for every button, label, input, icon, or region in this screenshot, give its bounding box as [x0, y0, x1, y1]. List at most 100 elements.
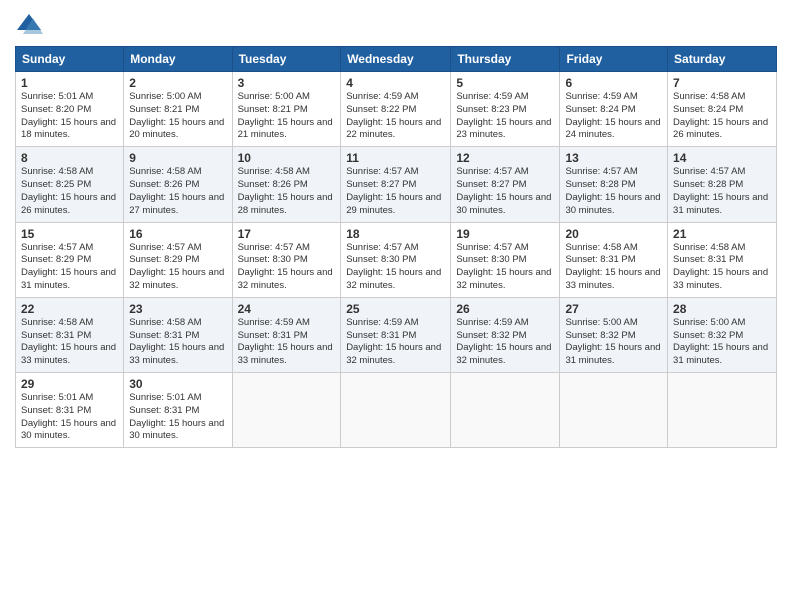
day-info: Sunrise: 4:58 AMSunset: 8:26 PMDaylight:…: [129, 166, 226, 217]
logo-icon: [15, 10, 43, 38]
day-number: 11: [346, 151, 445, 165]
day-info: Sunrise: 4:59 AMSunset: 8:23 PMDaylight:…: [456, 91, 554, 142]
day-cell: [668, 373, 777, 448]
day-number: 7: [673, 76, 771, 90]
day-number: 13: [565, 151, 662, 165]
day-number: 25: [346, 302, 445, 316]
weekday-header-tuesday: Tuesday: [232, 47, 341, 72]
day-info: Sunrise: 4:59 AMSunset: 8:32 PMDaylight:…: [456, 317, 554, 368]
day-cell: 30 Sunrise: 5:01 AMSunset: 8:31 PMDaylig…: [124, 373, 232, 448]
week-row-4: 22 Sunrise: 4:58 AMSunset: 8:31 PMDaylig…: [16, 297, 777, 372]
day-cell: 24 Sunrise: 4:59 AMSunset: 8:31 PMDaylig…: [232, 297, 341, 372]
day-number: 8: [21, 151, 118, 165]
day-cell: 29 Sunrise: 5:01 AMSunset: 8:31 PMDaylig…: [16, 373, 124, 448]
day-info: Sunrise: 4:58 AMSunset: 8:31 PMDaylight:…: [129, 317, 226, 368]
day-info: Sunrise: 4:57 AMSunset: 8:29 PMDaylight:…: [21, 242, 118, 293]
day-info: Sunrise: 4:58 AMSunset: 8:24 PMDaylight:…: [673, 91, 771, 142]
day-cell: [560, 373, 668, 448]
day-number: 18: [346, 227, 445, 241]
day-cell: 9 Sunrise: 4:58 AMSunset: 8:26 PMDayligh…: [124, 147, 232, 222]
day-number: 17: [238, 227, 336, 241]
day-info: Sunrise: 4:57 AMSunset: 8:28 PMDaylight:…: [565, 166, 662, 217]
day-cell: 20 Sunrise: 4:58 AMSunset: 8:31 PMDaylig…: [560, 222, 668, 297]
weekday-header-thursday: Thursday: [451, 47, 560, 72]
day-number: 21: [673, 227, 771, 241]
day-cell: 28 Sunrise: 5:00 AMSunset: 8:32 PMDaylig…: [668, 297, 777, 372]
day-cell: 16 Sunrise: 4:57 AMSunset: 8:29 PMDaylig…: [124, 222, 232, 297]
day-cell: 18 Sunrise: 4:57 AMSunset: 8:30 PMDaylig…: [341, 222, 451, 297]
day-info: Sunrise: 4:58 AMSunset: 8:31 PMDaylight:…: [21, 317, 118, 368]
week-row-3: 15 Sunrise: 4:57 AMSunset: 8:29 PMDaylig…: [16, 222, 777, 297]
day-cell: [232, 373, 341, 448]
day-cell: 14 Sunrise: 4:57 AMSunset: 8:28 PMDaylig…: [668, 147, 777, 222]
day-cell: 1 Sunrise: 5:01 AMSunset: 8:20 PMDayligh…: [16, 72, 124, 147]
day-cell: 11 Sunrise: 4:57 AMSunset: 8:27 PMDaylig…: [341, 147, 451, 222]
day-info: Sunrise: 4:59 AMSunset: 8:22 PMDaylight:…: [346, 91, 445, 142]
day-number: 12: [456, 151, 554, 165]
weekday-header-sunday: Sunday: [16, 47, 124, 72]
day-cell: [451, 373, 560, 448]
day-number: 4: [346, 76, 445, 90]
weekday-header-monday: Monday: [124, 47, 232, 72]
day-number: 27: [565, 302, 662, 316]
day-info: Sunrise: 4:57 AMSunset: 8:30 PMDaylight:…: [346, 242, 445, 293]
day-cell: 27 Sunrise: 5:00 AMSunset: 8:32 PMDaylig…: [560, 297, 668, 372]
day-cell: 23 Sunrise: 4:58 AMSunset: 8:31 PMDaylig…: [124, 297, 232, 372]
day-number: 24: [238, 302, 336, 316]
day-cell: 19 Sunrise: 4:57 AMSunset: 8:30 PMDaylig…: [451, 222, 560, 297]
day-info: Sunrise: 5:01 AMSunset: 8:31 PMDaylight:…: [129, 392, 226, 443]
day-number: 3: [238, 76, 336, 90]
day-number: 23: [129, 302, 226, 316]
day-cell: 12 Sunrise: 4:57 AMSunset: 8:27 PMDaylig…: [451, 147, 560, 222]
day-info: Sunrise: 5:00 AMSunset: 8:21 PMDaylight:…: [238, 91, 336, 142]
day-cell: 22 Sunrise: 4:58 AMSunset: 8:31 PMDaylig…: [16, 297, 124, 372]
day-info: Sunrise: 5:00 AMSunset: 8:32 PMDaylight:…: [673, 317, 771, 368]
day-cell: 25 Sunrise: 4:59 AMSunset: 8:31 PMDaylig…: [341, 297, 451, 372]
day-cell: 15 Sunrise: 4:57 AMSunset: 8:29 PMDaylig…: [16, 222, 124, 297]
day-number: 29: [21, 377, 118, 391]
day-cell: 21 Sunrise: 4:58 AMSunset: 8:31 PMDaylig…: [668, 222, 777, 297]
day-cell: 8 Sunrise: 4:58 AMSunset: 8:25 PMDayligh…: [16, 147, 124, 222]
day-number: 20: [565, 227, 662, 241]
day-number: 16: [129, 227, 226, 241]
week-row-1: 1 Sunrise: 5:01 AMSunset: 8:20 PMDayligh…: [16, 72, 777, 147]
day-info: Sunrise: 4:57 AMSunset: 8:30 PMDaylight:…: [456, 242, 554, 293]
day-number: 15: [21, 227, 118, 241]
day-info: Sunrise: 5:01 AMSunset: 8:20 PMDaylight:…: [21, 91, 118, 142]
day-cell: 3 Sunrise: 5:00 AMSunset: 8:21 PMDayligh…: [232, 72, 341, 147]
calendar: SundayMondayTuesdayWednesdayThursdayFrid…: [15, 46, 777, 448]
day-info: Sunrise: 4:58 AMSunset: 8:25 PMDaylight:…: [21, 166, 118, 217]
week-row-2: 8 Sunrise: 4:58 AMSunset: 8:25 PMDayligh…: [16, 147, 777, 222]
day-info: Sunrise: 4:58 AMSunset: 8:31 PMDaylight:…: [673, 242, 771, 293]
day-cell: 6 Sunrise: 4:59 AMSunset: 8:24 PMDayligh…: [560, 72, 668, 147]
day-number: 30: [129, 377, 226, 391]
day-cell: 4 Sunrise: 4:59 AMSunset: 8:22 PMDayligh…: [341, 72, 451, 147]
weekday-header-saturday: Saturday: [668, 47, 777, 72]
day-cell: 5 Sunrise: 4:59 AMSunset: 8:23 PMDayligh…: [451, 72, 560, 147]
day-cell: 7 Sunrise: 4:58 AMSunset: 8:24 PMDayligh…: [668, 72, 777, 147]
day-info: Sunrise: 4:57 AMSunset: 8:29 PMDaylight:…: [129, 242, 226, 293]
week-row-5: 29 Sunrise: 5:01 AMSunset: 8:31 PMDaylig…: [16, 373, 777, 448]
logo: [15, 10, 47, 38]
day-info: Sunrise: 4:57 AMSunset: 8:28 PMDaylight:…: [673, 166, 771, 217]
day-number: 6: [565, 76, 662, 90]
day-info: Sunrise: 5:01 AMSunset: 8:31 PMDaylight:…: [21, 392, 118, 443]
day-cell: 10 Sunrise: 4:58 AMSunset: 8:26 PMDaylig…: [232, 147, 341, 222]
day-info: Sunrise: 5:00 AMSunset: 8:21 PMDaylight:…: [129, 91, 226, 142]
header: [15, 10, 777, 38]
day-number: 22: [21, 302, 118, 316]
day-cell: 2 Sunrise: 5:00 AMSunset: 8:21 PMDayligh…: [124, 72, 232, 147]
day-info: Sunrise: 4:59 AMSunset: 8:31 PMDaylight:…: [238, 317, 336, 368]
day-info: Sunrise: 4:57 AMSunset: 8:27 PMDaylight:…: [346, 166, 445, 217]
day-number: 1: [21, 76, 118, 90]
day-info: Sunrise: 4:59 AMSunset: 8:24 PMDaylight:…: [565, 91, 662, 142]
day-info: Sunrise: 4:58 AMSunset: 8:26 PMDaylight:…: [238, 166, 336, 217]
day-number: 9: [129, 151, 226, 165]
day-cell: 13 Sunrise: 4:57 AMSunset: 8:28 PMDaylig…: [560, 147, 668, 222]
weekday-header-friday: Friday: [560, 47, 668, 72]
day-number: 26: [456, 302, 554, 316]
day-info: Sunrise: 4:59 AMSunset: 8:31 PMDaylight:…: [346, 317, 445, 368]
day-info: Sunrise: 4:57 AMSunset: 8:27 PMDaylight:…: [456, 166, 554, 217]
weekday-header-wednesday: Wednesday: [341, 47, 451, 72]
day-info: Sunrise: 4:58 AMSunset: 8:31 PMDaylight:…: [565, 242, 662, 293]
